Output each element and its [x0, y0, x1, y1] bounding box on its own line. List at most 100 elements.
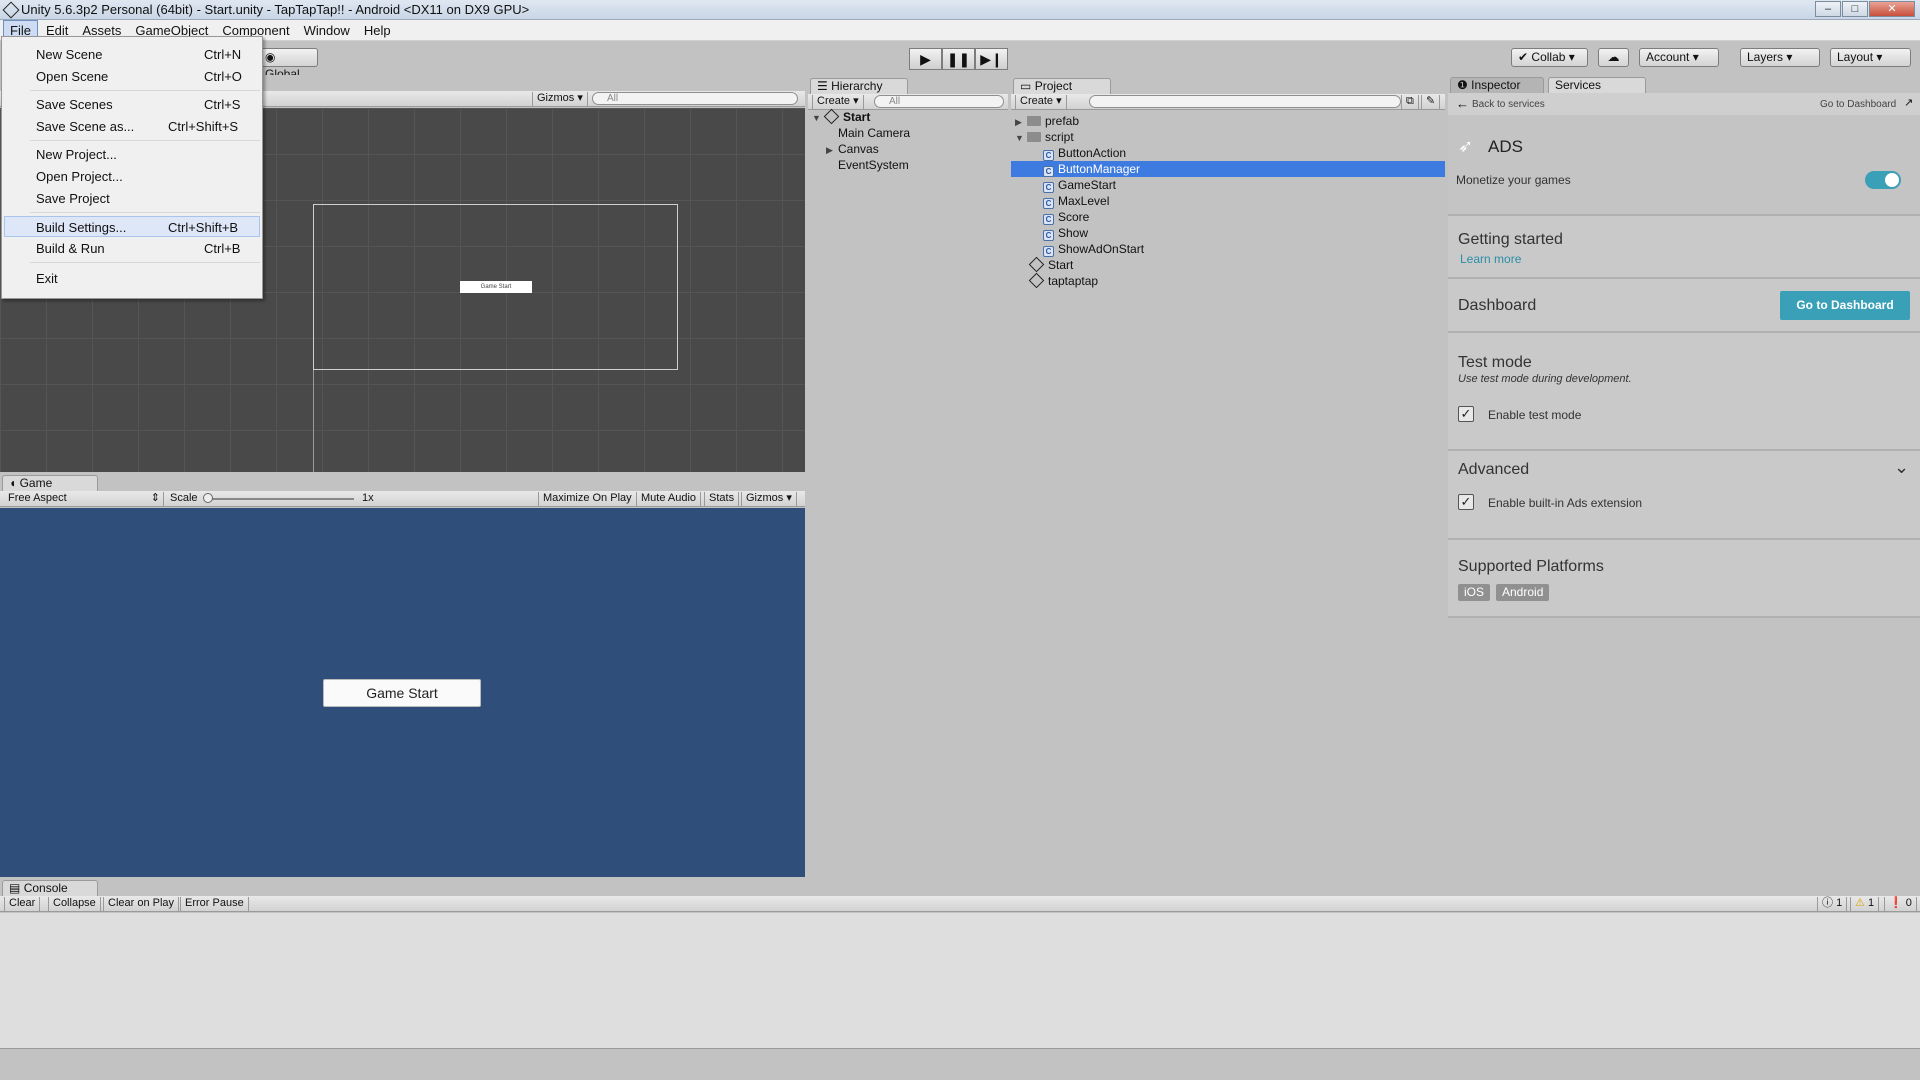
collab-dropdown[interactable]: ✔ Collab ▾: [1511, 48, 1588, 67]
tab-services[interactable]: Services: [1548, 77, 1646, 93]
go-to-dashboard-link[interactable]: Go to Dashboard: [1820, 99, 1896, 110]
menu-help[interactable]: Help: [358, 21, 397, 40]
hierarchy-search-placeholder: All: [889, 96, 901, 107]
project-search-input[interactable]: [1089, 95, 1401, 108]
scene-gizmos-dropdown[interactable]: Gizmos ▾: [532, 92, 588, 106]
cloud-button[interactable]: ☁: [1598, 48, 1629, 67]
menu-item-build-settings[interactable]: Build Settings... Ctrl+Shift+B: [4, 216, 260, 237]
script-item[interactable]: C GameStart: [1043, 177, 1116, 193]
script-label: MaxLevel: [1058, 194, 1110, 208]
console-warning-toggle[interactable]: ⚠ 1: [1850, 897, 1880, 911]
console-clear-on-play-toggle[interactable]: Clear on Play: [103, 897, 180, 911]
ads-enable-toggle[interactable]: [1865, 171, 1901, 189]
tab-hierarchy[interactable]: ☰ Hierarchy: [810, 78, 908, 94]
hierarchy-item-eventsystem[interactable]: EventSystem: [838, 157, 909, 173]
hierarchy-create-dropdown[interactable]: Create ▾: [812, 95, 864, 109]
scene-search-input[interactable]: All: [592, 92, 798, 105]
scale-slider-thumb[interactable]: [203, 493, 213, 503]
script-label: ShowAdOnStart: [1058, 242, 1145, 256]
menu-separator: [30, 140, 260, 141]
menu-item-save-project[interactable]: Save Project: [4, 188, 260, 209]
console-clear-button[interactable]: Clear: [4, 897, 41, 911]
status-bar: [0, 1055, 1920, 1080]
project-create-dropdown[interactable]: Create ▾: [1015, 95, 1067, 109]
console-info-toggle[interactable]: ⓘ 1: [1817, 897, 1848, 911]
menu-separator: [30, 262, 260, 263]
scale-slider[interactable]: [208, 498, 354, 500]
expand-arrow-icon[interactable]: ▼: [812, 110, 824, 126]
console-error-pause-toggle[interactable]: Error Pause: [180, 897, 249, 911]
warning-icon: ⚠: [1855, 897, 1865, 909]
scene-asset-item[interactable]: Start: [1028, 256, 1074, 273]
layout-dropdown[interactable]: Layout ▾: [1830, 48, 1911, 67]
aspect-dropdown[interactable]: Free Aspect ⇕: [4, 492, 164, 506]
pause-button[interactable]: ❚❚: [942, 48, 975, 70]
game-gizmos-label: Gizmos: [746, 492, 784, 504]
scene-asset-label: Start: [1048, 258, 1074, 272]
console-collapse-toggle[interactable]: Collapse: [48, 897, 101, 911]
stats-toggle[interactable]: Stats: [704, 492, 740, 506]
menu-item-open-scene[interactable]: Open Scene Ctrl+O: [4, 66, 260, 87]
play-button[interactable]: ▶: [909, 48, 942, 70]
maximize-on-play-toggle[interactable]: Maximize On Play: [538, 492, 637, 506]
learn-more-link[interactable]: Learn more: [1460, 252, 1521, 266]
global-toggle[interactable]: ◉ Global: [258, 48, 318, 81]
hierarchy-item-canvas[interactable]: ▶ Canvas: [826, 141, 879, 157]
filter-by-label-icon[interactable]: ✎: [1421, 95, 1441, 109]
script-label: ButtonAction: [1058, 146, 1127, 160]
layers-dropdown[interactable]: Layers ▾: [1740, 48, 1820, 67]
scene-asset-item[interactable]: taptaptap: [1028, 272, 1098, 289]
menu-item-label: Exit: [36, 271, 58, 286]
chevron-down-icon[interactable]: ⌄: [1894, 457, 1909, 478]
folder-script[interactable]: ▼ script: [1015, 129, 1074, 145]
menu-item-new-project[interactable]: New Project...: [4, 144, 260, 165]
game-start-button[interactable]: Game Start: [323, 679, 481, 707]
scene-game-start-button[interactable]: Game Start: [460, 281, 532, 293]
game-view[interactable]: Game Start: [0, 508, 805, 877]
error-icon: ❗: [1889, 897, 1903, 909]
script-item[interactable]: C Score: [1043, 209, 1089, 225]
scene-search-placeholder: All: [607, 93, 619, 104]
external-link-icon[interactable]: ↗: [1904, 96, 1913, 109]
menu-item-exit[interactable]: Exit: [4, 268, 260, 289]
close-button[interactable]: ✕: [1869, 1, 1915, 17]
console-log-area[interactable]: [0, 913, 1920, 1049]
menu-item-save-scene-as[interactable]: Save Scene as... Ctrl+Shift+S: [4, 116, 260, 137]
enable-test-mode-checkbox[interactable]: ✓: [1458, 406, 1474, 422]
menu-item-build-and-run[interactable]: Build & Run Ctrl+B: [4, 238, 260, 259]
collapse-arrow-icon[interactable]: ▶: [1015, 114, 1027, 130]
back-to-services-link[interactable]: Back to services: [1472, 99, 1545, 110]
step-button[interactable]: ▶❙: [975, 48, 1008, 70]
back-arrow-icon[interactable]: ←: [1456, 96, 1469, 111]
tab-inspector[interactable]: ❶ Inspector: [1450, 77, 1544, 93]
tab-project[interactable]: ▭ Project: [1013, 78, 1111, 94]
expand-arrow-icon[interactable]: ▼: [1015, 130, 1027, 146]
menu-item-new-scene[interactable]: New Scene Ctrl+N: [4, 44, 260, 65]
account-dropdown[interactable]: Account ▾: [1639, 48, 1719, 67]
console-error-toggle[interactable]: ❗ 0: [1884, 897, 1917, 911]
game-gizmos-dropdown[interactable]: Gizmos ▾: [741, 492, 797, 506]
script-item[interactable]: C MaxLevel: [1043, 193, 1109, 209]
hierarchy-scene-row[interactable]: ▼ Start: [812, 108, 1004, 126]
maximize-button[interactable]: □: [1842, 1, 1868, 17]
mute-audio-toggle[interactable]: Mute Audio: [636, 492, 702, 506]
layers-label: Layers: [1747, 50, 1784, 64]
script-item-selected[interactable]: C ButtonManager: [1011, 161, 1445, 177]
menu-item-save-scenes[interactable]: Save Scenes Ctrl+S: [4, 94, 260, 115]
tab-console[interactable]: ▤ Console: [2, 880, 98, 896]
info-count: 1: [1836, 897, 1843, 909]
script-item[interactable]: C ShowAdOnStart: [1043, 241, 1144, 257]
script-item[interactable]: C Show: [1043, 225, 1088, 241]
minimize-button[interactable]: –: [1815, 1, 1841, 17]
go-to-dashboard-button[interactable]: Go to Dashboard: [1780, 291, 1910, 320]
script-item[interactable]: C ButtonAction: [1043, 145, 1126, 161]
filter-by-type-icon[interactable]: ⧉: [1401, 95, 1419, 109]
tab-game[interactable]: ◖ Game: [2, 475, 98, 491]
menu-item-open-project[interactable]: Open Project...: [4, 166, 260, 187]
menu-window[interactable]: Window: [298, 21, 356, 40]
collapse-arrow-icon[interactable]: ▶: [826, 142, 838, 158]
folder-prefab[interactable]: ▶ prefab: [1015, 113, 1079, 129]
hierarchy-search-input[interactable]: All: [874, 95, 1004, 108]
hierarchy-item-main-camera[interactable]: Main Camera: [838, 125, 910, 141]
enable-ads-extension-checkbox[interactable]: ✓: [1458, 494, 1474, 510]
